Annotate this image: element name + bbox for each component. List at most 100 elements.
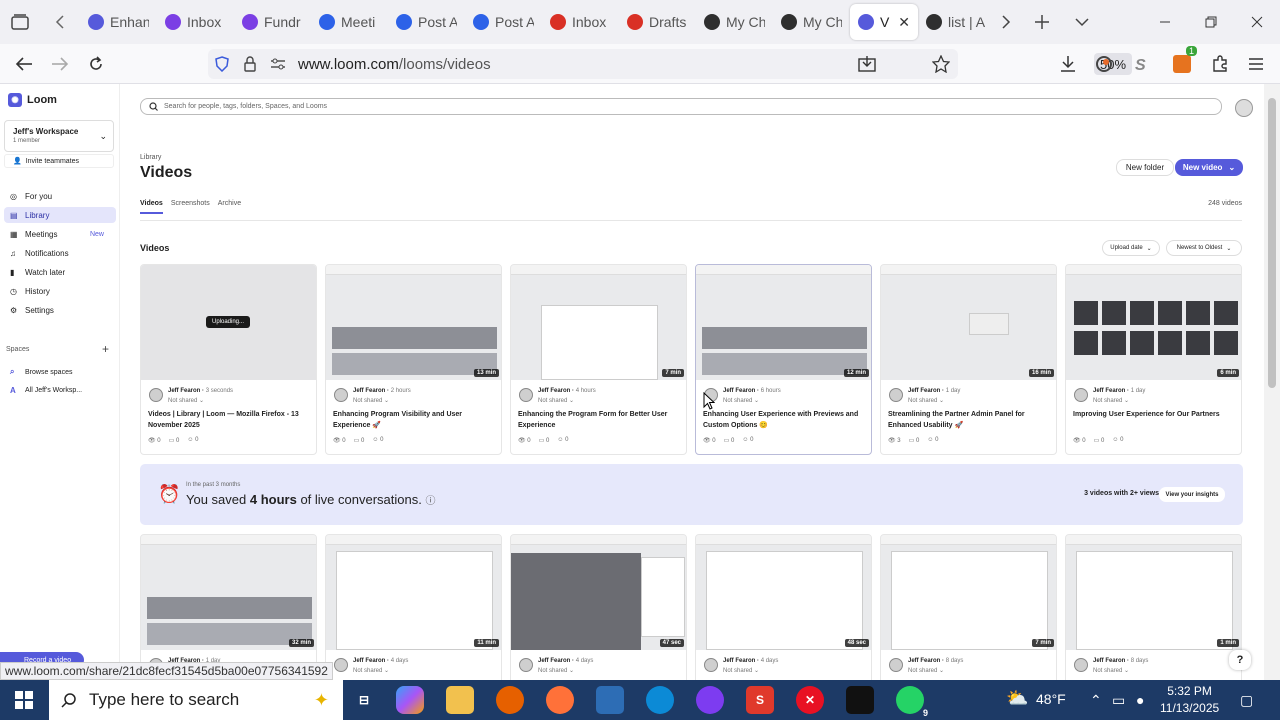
sidebar-item-history[interactable]: ◷ History	[4, 283, 116, 299]
new-folder-button[interactable]: New folder	[1116, 159, 1174, 176]
share-status[interactable]: Not shared ⌄	[908, 397, 944, 404]
tab-overview-button[interactable]	[0, 0, 40, 44]
chatgpt-icon[interactable]	[846, 686, 874, 714]
tab-screenshots[interactable]: Screenshots	[171, 200, 210, 214]
video-title[interactable]: Enhancing Program Visibility and User Ex…	[333, 409, 497, 431]
browse-spaces-item[interactable]: ⌕ Browse spaces	[4, 364, 116, 380]
notifications-icon[interactable]: ▢	[1240, 692, 1253, 709]
new-video-button[interactable]: New video ⌄	[1175, 159, 1243, 176]
scrollbar-thumb[interactable]	[1268, 98, 1276, 388]
video-title[interactable]: Enhancing User Experience with Previews …	[703, 409, 867, 431]
close-tab-icon[interactable]: ✕	[898, 14, 910, 31]
share-status[interactable]: Not shared ⌄	[1093, 667, 1129, 674]
firefox-icon-2[interactable]	[546, 686, 574, 714]
video-card[interactable]: Uploading... Jeff Fearon · 3 seconds Not…	[140, 264, 317, 455]
battery-icon[interactable]: ▭	[1112, 692, 1125, 709]
extension-badge-button[interactable]: 1	[1166, 46, 1198, 80]
video-thumbnail[interactable]: 47 sec	[511, 535, 686, 650]
video-card[interactable]: 47 sec Jeff Fearon · 4 days Not shared ⌄	[510, 534, 687, 680]
video-thumbnail[interactable]: 16 min	[881, 265, 1056, 380]
sort-order-dropdown[interactable]: Newest to Oldest ⌄	[1166, 240, 1242, 256]
page-scrollbar[interactable]	[1264, 84, 1280, 680]
browser-tab[interactable]: Inbox	[157, 4, 234, 40]
list-all-tabs-button[interactable]	[1062, 0, 1102, 44]
snipping-tool-icon[interactable]	[596, 686, 624, 714]
share-status[interactable]: Not shared ⌄	[723, 667, 759, 674]
minimize-window-button[interactable]	[1142, 0, 1188, 44]
account-button[interactable]	[1088, 48, 1120, 80]
video-title[interactable]: Improving User Experience for Our Partne…	[1073, 409, 1237, 420]
browser-tab[interactable]: Post A	[388, 4, 465, 40]
video-thumbnail[interactable]: 12 min	[696, 265, 871, 380]
messenger-icon[interactable]	[696, 686, 724, 714]
video-thumbnail[interactable]: 48 sec	[696, 535, 871, 650]
reload-button[interactable]	[80, 48, 112, 80]
video-card[interactable]: 32 min Jeff Fearon · 1 day Not shared ⌄	[140, 534, 317, 680]
tabs-scroll-right-button[interactable]	[986, 0, 1026, 44]
video-thumbnail[interactable]: 11 min	[326, 535, 501, 650]
help-button[interactable]: ?	[1229, 650, 1251, 670]
sidebar-item-meetings[interactable]: ▦ Meetings New	[4, 226, 116, 242]
invite-teammates-button[interactable]: 👤 Invite teammates	[4, 154, 114, 168]
browser-tab[interactable]: Inbox	[542, 4, 619, 40]
browser-tab[interactable]: My Ch	[696, 4, 773, 40]
task-view-icon[interactable]: ⊟	[350, 686, 378, 714]
video-card[interactable]: 1 min Jeff Fearon · 8 days Not shared ⌄	[1065, 534, 1242, 680]
downloads-button[interactable]	[1052, 48, 1084, 80]
extension-s-button[interactable]: S	[1124, 48, 1156, 80]
bookmark-star-icon[interactable]	[932, 55, 950, 73]
forward-button[interactable]	[44, 48, 76, 80]
sidebar-item-settings[interactable]: ⚙ Settings	[4, 302, 116, 318]
video-thumbnail[interactable]: 32 min	[141, 535, 316, 650]
share-status[interactable]: Not shared ⌄	[538, 667, 574, 674]
browser-tab[interactable]: Meeti	[311, 4, 388, 40]
share-status[interactable]: Not shared ⌄	[538, 397, 574, 404]
sidebar-item-library[interactable]: ▤ Library	[4, 207, 116, 223]
screenshot-icon[interactable]	[858, 55, 876, 73]
firefox-icon[interactable]	[496, 686, 524, 714]
copilot-icon[interactable]	[396, 686, 424, 714]
tab-videos[interactable]: Videos	[140, 200, 163, 214]
browser-tab[interactable]: Enhan	[80, 4, 157, 40]
info-icon[interactable]: ⓘ	[425, 496, 435, 507]
new-tab-button[interactable]	[1022, 0, 1062, 44]
search-input[interactable]: Search for people, tags, folders, Spaces…	[140, 98, 1222, 115]
weather-temperature[interactable]: 48°F	[1036, 691, 1066, 707]
video-title[interactable]: Enhancing the Program Form for Better Us…	[518, 409, 682, 431]
address-bar[interactable]: www.loom.com/looms/videos 50%	[208, 49, 1132, 79]
breadcrumb[interactable]: Library	[140, 154, 161, 161]
all-workspace-space-item[interactable]: A All Jeff's Worksp...	[4, 382, 116, 398]
browser-tab[interactable]: Post A	[465, 4, 542, 40]
video-thumbnail[interactable]: 13 min	[326, 265, 501, 380]
taskbar-search-input[interactable]: Type here to search ✦	[49, 680, 343, 720]
app-menu-button[interactable]	[1240, 48, 1272, 80]
video-card[interactable]: 11 min Jeff Fearon · 4 days Not shared ⌄	[325, 534, 502, 680]
extensions-button[interactable]	[1204, 48, 1236, 80]
view-insights-button[interactable]: View your insights	[1159, 487, 1225, 502]
video-title[interactable]: Videos | Library | Loom — Mozilla Firefo…	[148, 409, 312, 431]
sort-field-dropdown[interactable]: Upload date ⌄	[1102, 240, 1160, 256]
tab-archive[interactable]: Archive	[218, 200, 241, 214]
restore-window-button[interactable]	[1188, 0, 1234, 44]
video-thumbnail[interactable]: 6 min	[1066, 265, 1241, 380]
edge-icon[interactable]	[646, 686, 674, 714]
video-title[interactable]: Streamlining the Partner Admin Panel for…	[888, 409, 1052, 431]
tabs-scroll-left-button[interactable]	[40, 0, 80, 44]
video-card[interactable]: 48 sec Jeff Fearon · 4 days Not shared ⌄	[695, 534, 872, 680]
tray-expand-icon[interactable]: ⌃	[1090, 692, 1102, 709]
share-status[interactable]: Not shared ⌄	[908, 667, 944, 674]
browser-tab[interactable]: My Ch	[773, 4, 850, 40]
sidebar-item-notifications[interactable]: ♫ Notifications	[4, 245, 116, 261]
user-avatar[interactable]	[1235, 99, 1253, 117]
add-space-button[interactable]: +	[102, 342, 109, 356]
video-card[interactable]: 6 min Jeff Fearon · 1 day Not shared ⌄ I…	[1065, 264, 1242, 455]
share-status[interactable]: Not shared ⌄	[353, 397, 389, 404]
close-window-button[interactable]	[1234, 0, 1280, 44]
system-clock[interactable]: 5:32 PM 11/13/2025	[1160, 683, 1219, 717]
video-card[interactable]: 7 min Jeff Fearon · 4 hours Not shared ⌄…	[510, 264, 687, 455]
video-thumbnail[interactable]: 7 min	[881, 535, 1056, 650]
share-status[interactable]: Not shared ⌄	[168, 397, 204, 404]
loom-brand[interactable]: ✺ Loom	[8, 93, 57, 107]
video-thumbnail[interactable]: 1 min	[1066, 535, 1241, 650]
video-card[interactable]: 12 min Jeff Fearon · 6 hours Not shared …	[695, 264, 872, 455]
